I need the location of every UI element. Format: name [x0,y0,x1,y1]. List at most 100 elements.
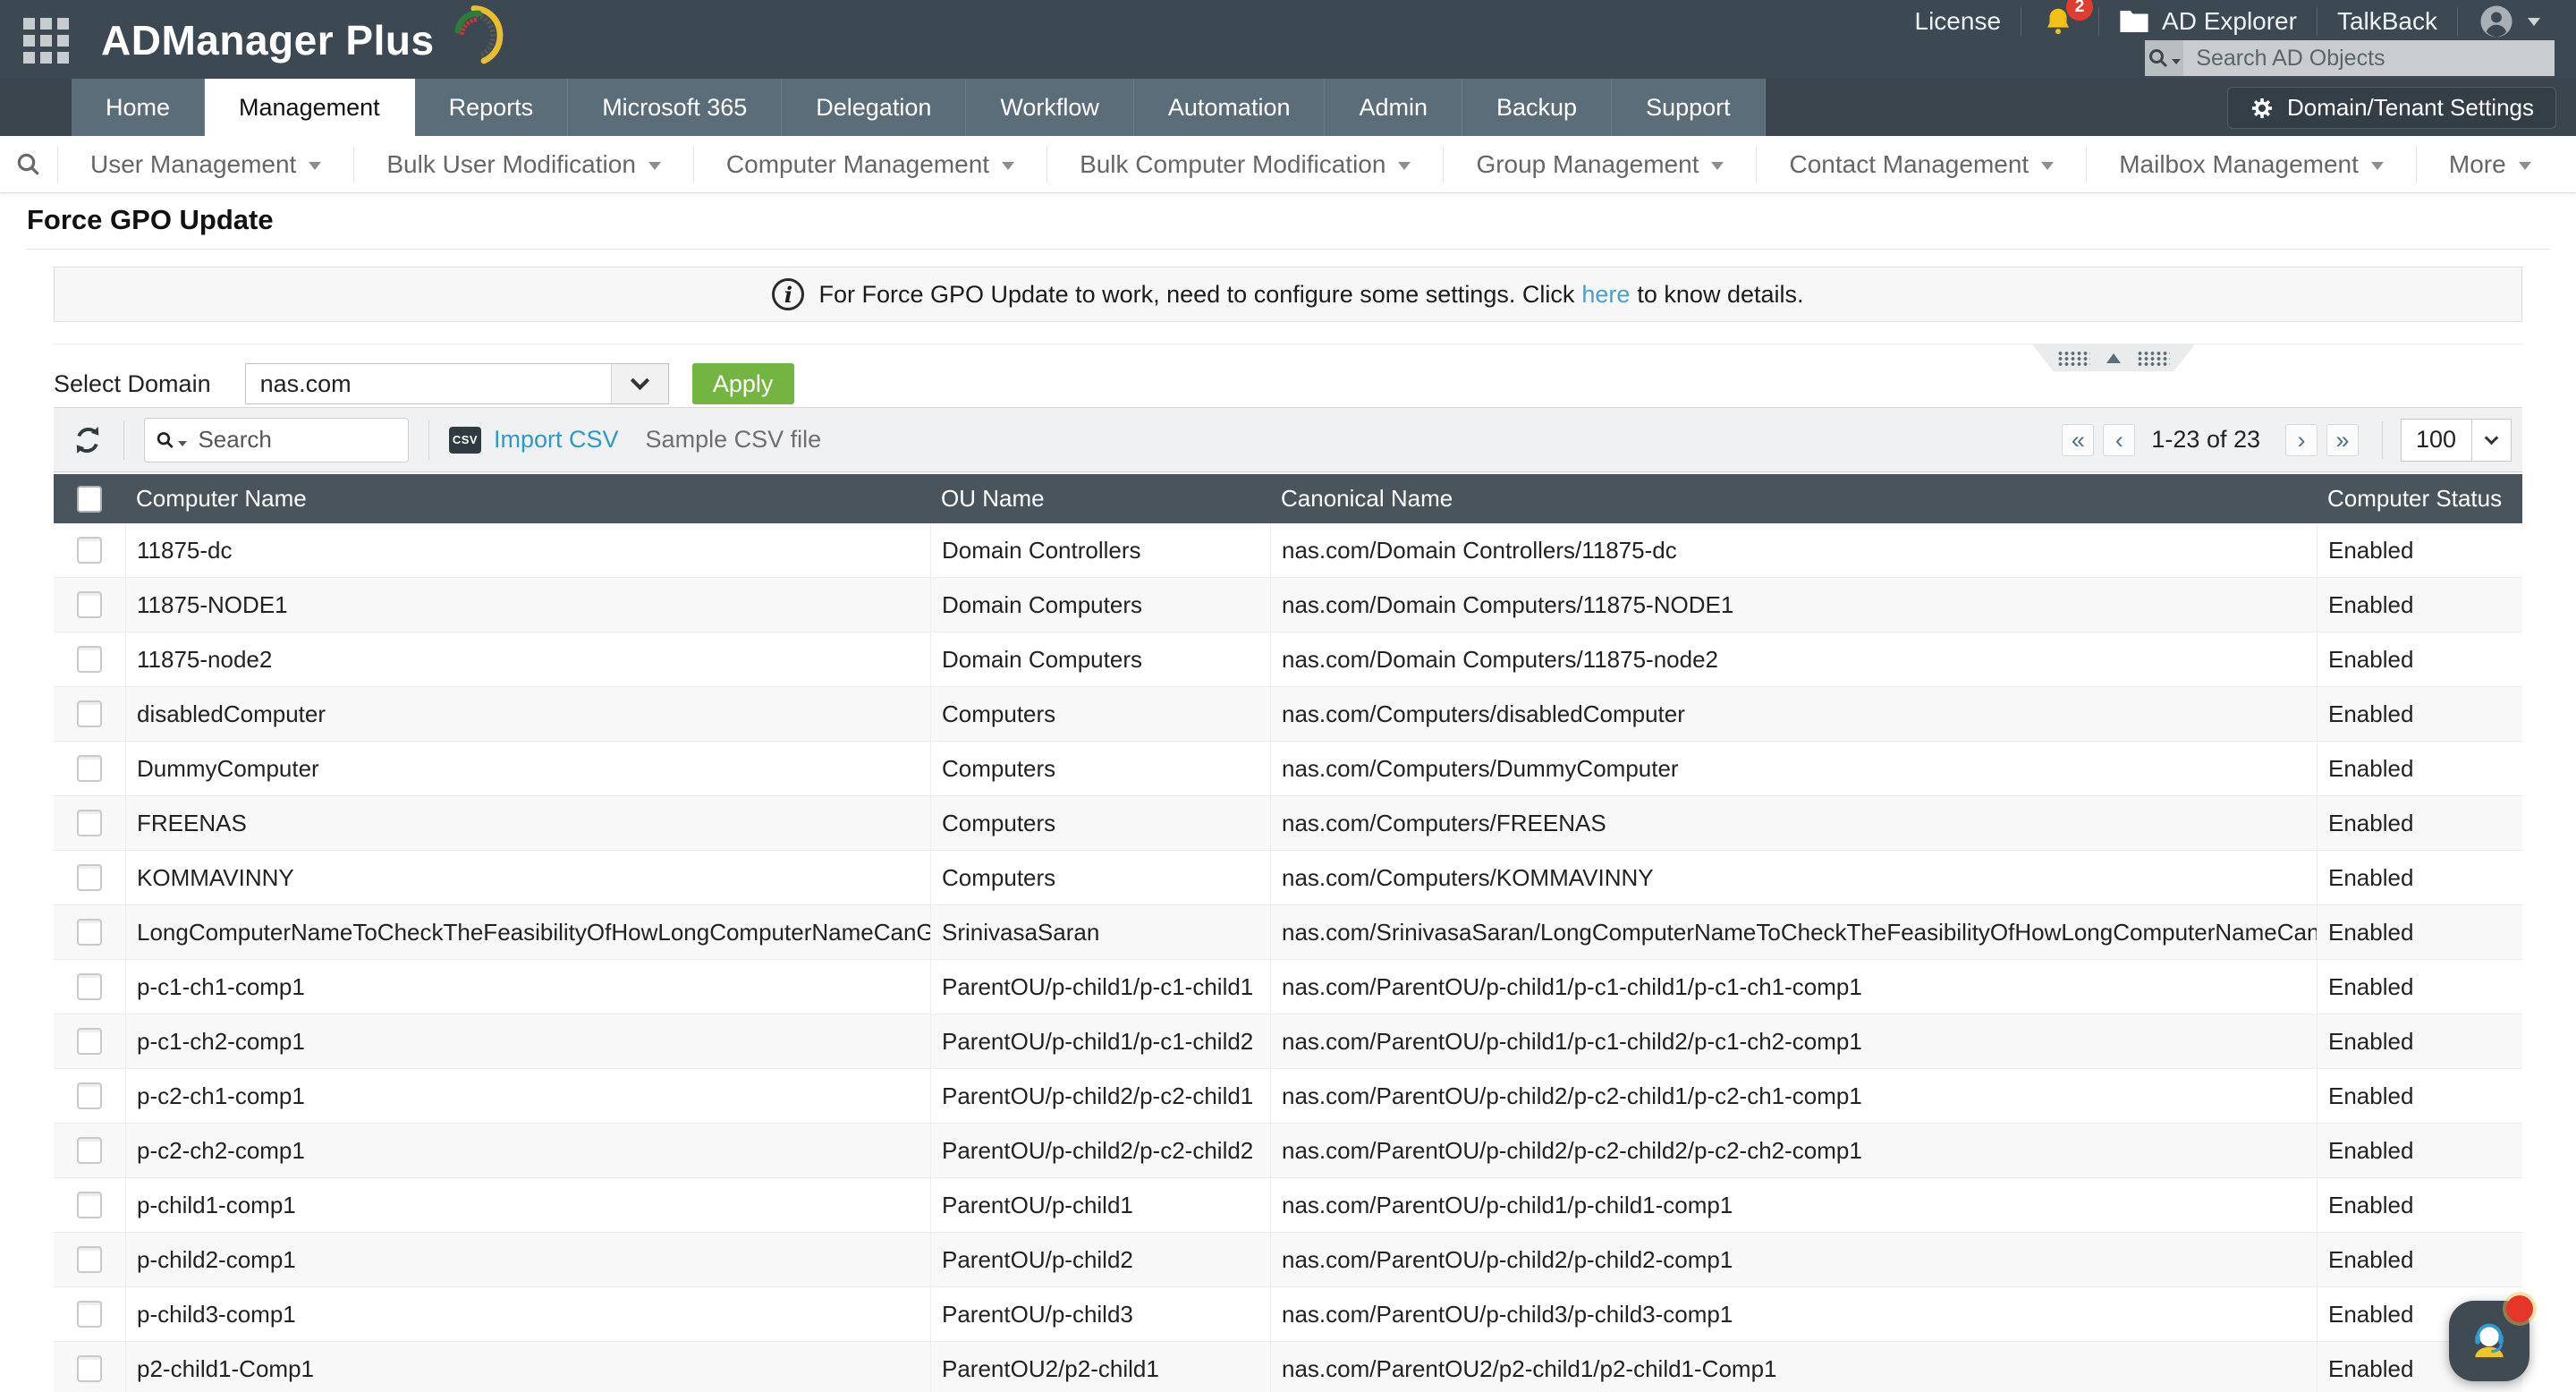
gear-icon [2250,96,2275,121]
chevron-down-icon[interactable] [2471,420,2511,461]
notification-badge: 2 [2066,0,2093,21]
chevron-down-icon [2172,59,2181,64]
column-header-computer-status[interactable]: Computer Status [2317,485,2522,513]
ad-explorer-link[interactable]: AD Explorer [2099,7,2317,36]
tab-support[interactable]: Support [1612,79,1766,136]
import-csv-link[interactable]: Import CSV [494,426,619,454]
cell-canonical-name: nas.com/Computers/disabledComputer [1270,687,2317,741]
row-checkbox-cell [54,1014,125,1068]
apps-grid-icon[interactable] [23,18,69,64]
chevron-down-icon [648,162,661,170]
chevron-down-icon[interactable] [178,441,187,446]
row-checkbox[interactable] [77,1246,102,1273]
tab-home[interactable]: Home [72,79,205,136]
domain-tenant-settings-button[interactable]: Domain/Tenant Settings [2227,87,2556,129]
cell-canonical-name: nas.com/ParentOU/p-child2/p-c2-child1/p-… [1270,1069,2317,1123]
row-checkbox[interactable] [77,1137,102,1164]
cell-canonical-name: nas.com/ParentOU/p-child2/p-c2-child2/p-… [1270,1124,2317,1177]
tab-management[interactable]: Management [205,79,415,136]
row-checkbox[interactable] [77,1301,102,1328]
subnav-item-mailbox-management[interactable]: Mailbox Management [2086,146,2416,183]
table-search-input[interactable] [198,426,397,454]
refresh-icon[interactable] [72,424,104,456]
panel-collapse-handle[interactable] [2032,344,2195,371]
tab-automation[interactable]: Automation [1134,79,1326,136]
subnav-item-group-management[interactable]: Group Management [1443,146,1756,183]
page-title: Force GPO Update [27,204,274,236]
divider [428,420,429,460]
cell-computer-status: Enabled [2317,1178,2522,1232]
domain-select-value: nas.com [246,370,611,398]
support-chat-button[interactable] [2449,1301,2529,1381]
cell-computer-name: p-c2-ch2-comp1 [125,1124,930,1177]
tab-admin[interactable]: Admin [1325,79,1462,136]
table-row: p-c1-ch1-comp1ParentOU/p-child1/p-c1-chi… [54,960,2522,1014]
management-subnav: User ManagementBulk User ModificationCom… [0,136,2576,193]
info-banner: i For Force GPO Update to work, need to … [54,267,2522,322]
column-header-computer-name[interactable]: Computer Name [125,485,930,513]
cell-canonical-name: nas.com/ParentOU/p-child1/p-c1-child1/p-… [1270,960,2317,1014]
sample-csv-link[interactable]: Sample CSV file [646,426,822,454]
tab-delegation[interactable]: Delegation [782,79,966,136]
row-checkbox-cell [54,851,125,904]
row-checkbox[interactable] [77,646,102,673]
subnav-item-user-management[interactable]: User Management [57,146,353,183]
last-page-button[interactable]: » [2326,424,2359,456]
row-checkbox[interactable] [77,1355,102,1382]
row-checkbox[interactable] [77,755,102,782]
subnav-item-computer-management[interactable]: Computer Management [693,146,1046,183]
subnav-item-label: Contact Management [1789,150,2029,179]
page-size-select[interactable]: 100 [2401,419,2512,462]
row-checkbox[interactable] [77,919,102,946]
row-checkbox[interactable] [77,864,102,891]
column-header-canonical-name[interactable]: Canonical Name [1270,485,2317,513]
tab-workflow[interactable]: Workflow [966,79,1134,136]
cell-canonical-name: nas.com/Computers/DummyComputer [1270,742,2317,795]
triangle-up-icon [2106,353,2121,363]
subnav-item-label: Group Management [1476,150,1699,179]
license-link[interactable]: License [1895,7,2021,36]
first-page-button[interactable]: « [2062,424,2094,456]
apply-button[interactable]: Apply [692,363,794,404]
table-row: p-child1-comp1ParentOU/p-child1nas.com/P… [54,1178,2522,1233]
tab-microsoft-365[interactable]: Microsoft 365 [568,79,782,136]
column-header-ou-name[interactable]: OU Name [930,485,1270,513]
cell-computer-status: Enabled [2317,742,2522,795]
tab-reports[interactable]: Reports [415,79,569,136]
domain-select[interactable]: nas.com [245,363,669,404]
cell-ou-name: Domain Computers [930,578,1270,632]
tab-backup[interactable]: Backup [1462,79,1612,136]
cell-computer-name: p-child1-comp1 [125,1178,930,1232]
next-page-button[interactable]: › [2285,424,2318,456]
subnav-item-bulk-user-modification[interactable]: Bulk User Modification [353,146,693,183]
table-row: 11875-node2Domain Computersnas.com/Domai… [54,632,2522,687]
info-icon: i [772,278,804,310]
subnav-item-contact-management[interactable]: Contact Management [1756,146,2086,183]
row-checkbox[interactable] [77,591,102,618]
row-checkbox[interactable] [77,1028,102,1055]
global-search-input[interactable] [2183,46,2555,72]
row-checkbox[interactable] [77,1082,102,1109]
subnav-search-button[interactable] [0,151,57,178]
row-checkbox[interactable] [77,1192,102,1218]
row-checkbox-cell [54,1178,125,1232]
row-checkbox[interactable] [77,700,102,727]
row-checkbox[interactable] [77,810,102,836]
row-checkbox[interactable] [77,537,102,564]
row-checkbox-cell [54,905,125,959]
subnav-item-bulk-computer-modification[interactable]: Bulk Computer Modification [1046,146,1443,183]
talkback-link[interactable]: TalkBack [2318,7,2457,36]
select-domain-label: Select Domain [54,370,211,398]
banner-here-link[interactable]: here [1581,281,1630,309]
search-scope-button[interactable] [2145,40,2183,76]
prev-page-button[interactable]: ‹ [2103,424,2135,456]
notifications-button[interactable]: 2 [2021,4,2098,38]
account-menu[interactable] [2458,3,2560,40]
cell-canonical-name: nas.com/Domain Computers/11875-node2 [1270,632,2317,686]
folder-icon [2119,9,2149,34]
subnav-item-more[interactable]: More [2416,146,2563,183]
chevron-down-icon[interactable] [611,364,668,403]
row-checkbox[interactable] [77,973,102,1000]
row-checkbox-cell [54,960,125,1014]
select-all-checkbox[interactable] [77,486,102,513]
